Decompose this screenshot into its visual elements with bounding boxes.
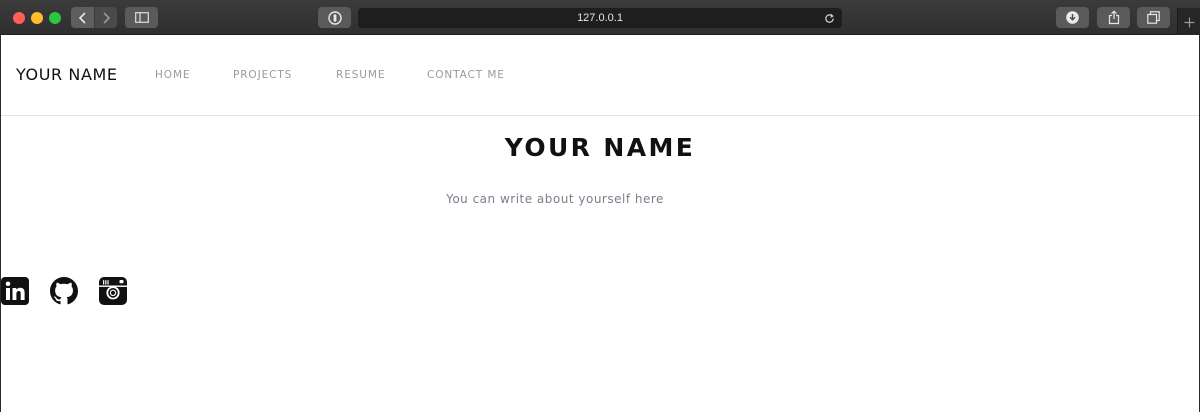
nav-home-link[interactable]: HOME (155, 69, 190, 81)
minimize-window-button[interactable] (31, 12, 43, 24)
maximize-window-button[interactable] (49, 12, 61, 24)
github-link[interactable] (50, 277, 78, 305)
password-manager-icon (327, 10, 342, 25)
reload-icon (824, 13, 834, 23)
password-manager-button[interactable] (318, 7, 351, 28)
linkedin-link[interactable] (1, 277, 29, 305)
new-tab-button[interactable] (1177, 8, 1200, 36)
github-icon (50, 277, 78, 305)
sidebar-button[interactable] (125, 7, 158, 28)
reload-button[interactable] (822, 11, 836, 25)
site-brand-link[interactable]: YOUR NAME (16, 65, 118, 84)
download-button[interactable] (1056, 7, 1089, 28)
download-icon (1066, 11, 1079, 24)
nav-resume-link[interactable]: RESUME (336, 69, 385, 81)
url-text: 127.0.0.1 (577, 12, 623, 24)
forward-button[interactable] (94, 7, 117, 28)
back-icon (78, 11, 86, 24)
sidebar-icon (134, 12, 149, 23)
nav-contact-link[interactable]: CONTACT ME (427, 69, 505, 81)
site-navbar: YOUR NAME HOME PROJECTS RESUME CONTACT M… (1, 35, 1199, 116)
address-bar[interactable]: 127.0.0.1 (358, 8, 842, 28)
web-page: YOUR NAME HOME PROJECTS RESUME CONTACT M… (1, 35, 1199, 412)
plus-icon (1184, 17, 1194, 27)
instagram-icon (99, 277, 127, 305)
forward-icon (103, 11, 111, 24)
nav-projects-link[interactable]: PROJECTS (233, 69, 292, 81)
close-window-button[interactable] (13, 12, 25, 24)
show-tabs-button[interactable] (1137, 7, 1170, 28)
share-button[interactable] (1097, 7, 1130, 28)
linkedin-icon (1, 277, 29, 305)
browser-toolbar: 127.0.0.1 (0, 0, 1200, 35)
hero-title: YOUR NAME (504, 133, 696, 162)
back-button[interactable] (71, 7, 94, 28)
instagram-link[interactable] (99, 277, 127, 305)
share-icon (1108, 10, 1119, 25)
tabs-icon (1147, 11, 1160, 24)
hero-subtitle: You can write about yourself here (446, 192, 664, 206)
